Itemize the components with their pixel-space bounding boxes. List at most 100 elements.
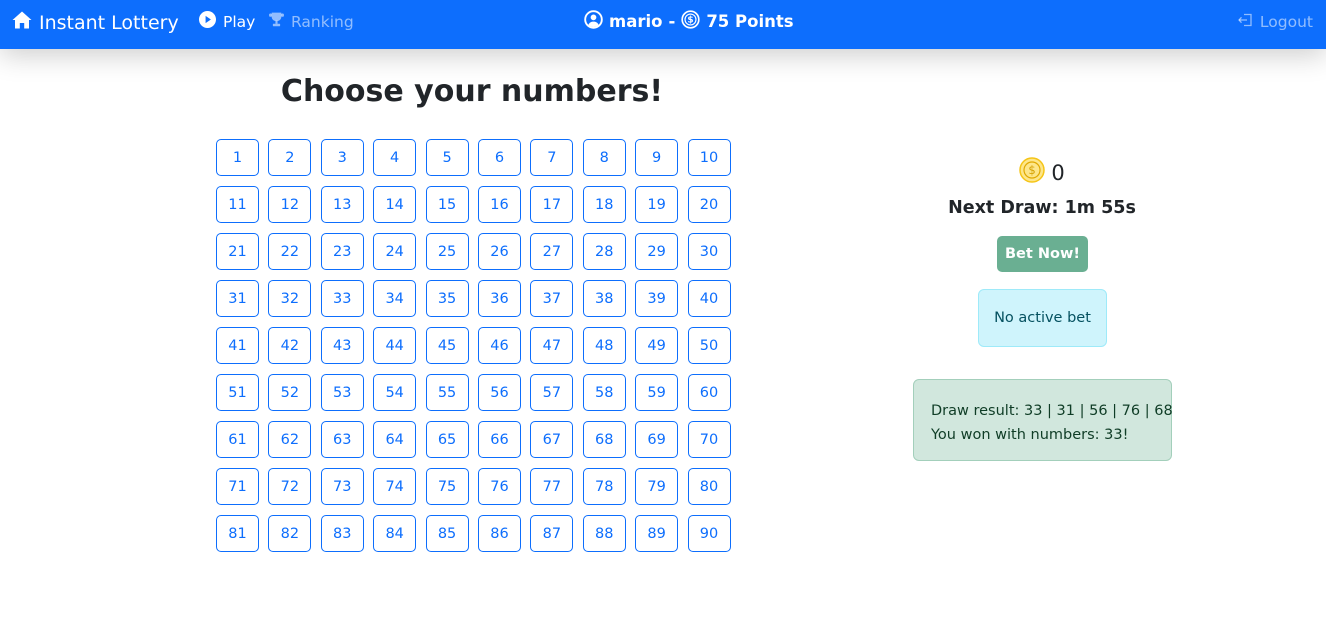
number-button-62[interactable]: 62 [268,421,312,458]
number-button-34[interactable]: 34 [373,280,417,317]
number-button-11[interactable]: 11 [216,186,259,223]
number-button-60[interactable]: 60 [687,374,731,411]
number-button-68[interactable]: 68 [582,421,626,458]
number-button-89[interactable]: 89 [635,515,679,552]
number-button-64[interactable]: 64 [373,421,417,458]
number-button-27[interactable]: 27 [530,233,574,270]
nav-ranking-label: Ranking [291,12,354,31]
number-button-52[interactable]: 52 [268,374,312,411]
number-button-90[interactable]: 90 [687,515,731,552]
number-button-75[interactable]: 75 [425,468,469,505]
number-button-41[interactable]: 41 [216,327,259,364]
number-button-56[interactable]: 56 [477,374,521,411]
number-button-40[interactable]: 40 [687,280,731,317]
number-button-79[interactable]: 79 [635,468,679,505]
number-button-69[interactable]: 69 [635,421,679,458]
number-button-3[interactable]: 3 [320,139,364,176]
number-button-32[interactable]: 32 [268,280,312,317]
number-button-77[interactable]: 77 [530,468,574,505]
number-button-8[interactable]: 8 [582,139,626,176]
number-button-37[interactable]: 37 [530,280,574,317]
number-button-73[interactable]: 73 [320,468,364,505]
logout-icon [1237,12,1254,32]
number-button-88[interactable]: 88 [582,515,626,552]
number-button-10[interactable]: 10 [687,139,731,176]
number-button-85[interactable]: 85 [425,515,469,552]
number-button-31[interactable]: 31 [216,280,259,317]
play-circle-icon [199,11,216,32]
svg-text:$: $ [688,16,694,26]
number-button-66[interactable]: 66 [477,421,521,458]
number-button-15[interactable]: 15 [425,186,469,223]
number-button-24[interactable]: 24 [373,233,417,270]
number-button-47[interactable]: 47 [530,327,574,364]
number-button-1[interactable]: 1 [216,139,259,176]
number-button-9[interactable]: 9 [635,139,679,176]
number-button-78[interactable]: 78 [582,468,626,505]
number-button-87[interactable]: 87 [530,515,574,552]
number-button-20[interactable]: 20 [687,186,731,223]
number-button-36[interactable]: 36 [477,280,521,317]
number-button-6[interactable]: 6 [477,139,521,176]
number-button-16[interactable]: 16 [477,186,521,223]
number-button-74[interactable]: 74 [373,468,417,505]
number-button-17[interactable]: 17 [530,186,574,223]
number-button-44[interactable]: 44 [373,327,417,364]
number-button-19[interactable]: 19 [635,186,679,223]
number-button-50[interactable]: 50 [687,327,731,364]
number-button-65[interactable]: 65 [425,421,469,458]
number-button-61[interactable]: 61 [216,421,259,458]
number-button-48[interactable]: 48 [582,327,626,364]
number-button-5[interactable]: 5 [425,139,469,176]
number-button-84[interactable]: 84 [373,515,417,552]
number-button-13[interactable]: 13 [320,186,364,223]
bet-now-button[interactable]: Bet Now! [997,236,1088,272]
number-button-25[interactable]: 25 [425,233,469,270]
number-button-58[interactable]: 58 [582,374,626,411]
number-button-30[interactable]: 30 [687,233,731,270]
number-button-70[interactable]: 70 [687,421,731,458]
number-button-4[interactable]: 4 [373,139,417,176]
number-button-43[interactable]: 43 [320,327,364,364]
number-button-67[interactable]: 67 [530,421,574,458]
number-button-22[interactable]: 22 [268,233,312,270]
brand-link[interactable]: Instant Lottery [12,0,179,45]
number-button-2[interactable]: 2 [268,139,312,176]
logout-link[interactable]: Logout [1237,0,1313,43]
number-button-82[interactable]: 82 [268,515,312,552]
number-button-35[interactable]: 35 [425,280,469,317]
points-value: 75 Points [706,12,794,31]
number-button-21[interactable]: 21 [216,233,259,270]
number-button-45[interactable]: 45 [425,327,469,364]
number-button-28[interactable]: 28 [582,233,626,270]
number-button-46[interactable]: 46 [477,327,521,364]
number-button-63[interactable]: 63 [320,421,364,458]
number-button-53[interactable]: 53 [320,374,364,411]
number-button-29[interactable]: 29 [635,233,679,270]
number-button-81[interactable]: 81 [216,515,259,552]
number-button-80[interactable]: 80 [687,468,731,505]
number-button-86[interactable]: 86 [477,515,521,552]
number-button-14[interactable]: 14 [373,186,417,223]
number-button-26[interactable]: 26 [477,233,521,270]
number-button-42[interactable]: 42 [268,327,312,364]
number-button-59[interactable]: 59 [635,374,679,411]
number-button-38[interactable]: 38 [582,280,626,317]
number-button-39[interactable]: 39 [635,280,679,317]
number-button-23[interactable]: 23 [320,233,364,270]
number-button-18[interactable]: 18 [582,186,626,223]
number-button-54[interactable]: 54 [373,374,417,411]
number-button-83[interactable]: 83 [320,515,364,552]
number-button-49[interactable]: 49 [635,327,679,364]
nav-play-link[interactable]: Play [199,0,255,43]
number-button-51[interactable]: 51 [216,374,259,411]
number-button-55[interactable]: 55 [425,374,469,411]
number-button-33[interactable]: 33 [320,280,364,317]
number-button-76[interactable]: 76 [477,468,521,505]
number-button-72[interactable]: 72 [268,468,312,505]
number-button-57[interactable]: 57 [530,374,574,411]
number-button-12[interactable]: 12 [268,186,312,223]
number-button-7[interactable]: 7 [530,139,574,176]
number-button-71[interactable]: 71 [216,468,259,505]
nav-ranking-link[interactable]: Ranking [268,0,354,43]
